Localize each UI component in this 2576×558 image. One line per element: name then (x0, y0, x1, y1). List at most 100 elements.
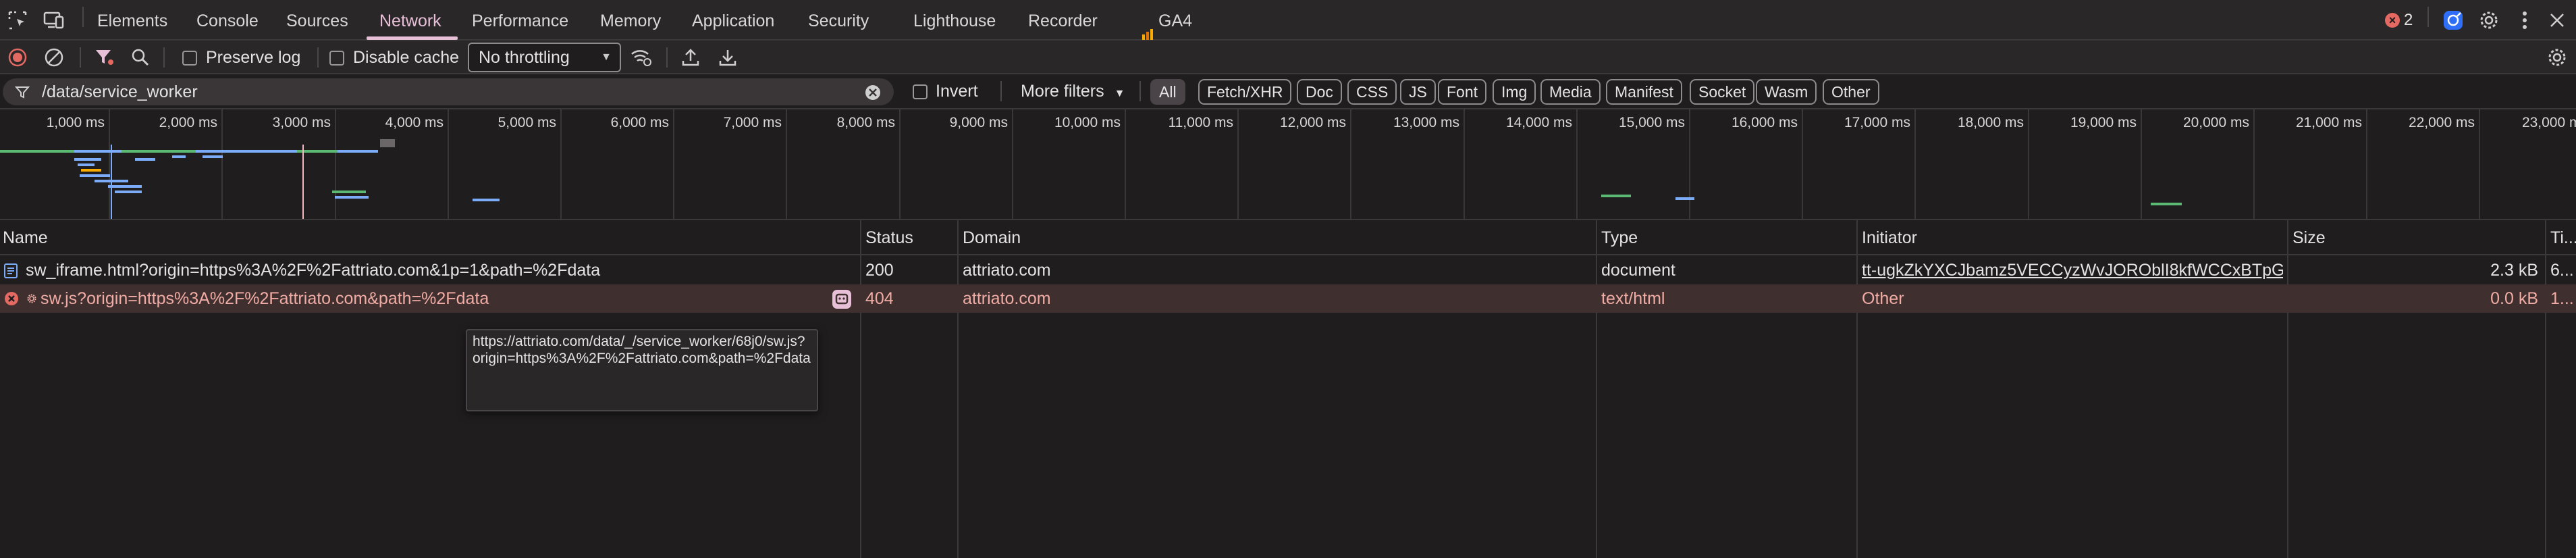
filter-chip-font[interactable]: Font (1438, 79, 1487, 105)
export-har-icon[interactable] (716, 45, 740, 70)
column-header-name[interactable]: Name (0, 220, 48, 255)
clear-filter-icon[interactable] (864, 84, 882, 105)
tab-ga4[interactable]: GA4 (1141, 0, 1192, 41)
invert-label: Invert (936, 82, 978, 101)
filter-chip-wasm[interactable]: Wasm (1756, 79, 1817, 105)
more-options-icon[interactable] (2513, 8, 2537, 32)
request-initiator: Other (1862, 289, 1904, 308)
overview-bar (338, 150, 378, 153)
request-size: 0.0 kB (2490, 289, 2538, 308)
more-filters-label: More filters (1021, 82, 1104, 101)
tab-application[interactable]: Application (692, 0, 774, 41)
overview-bar (74, 158, 101, 161)
overview-bar (2151, 203, 2182, 205)
overview-bar (1601, 195, 1631, 197)
filter-chip-all[interactable]: All (1150, 79, 1185, 105)
column-header-domain[interactable]: Domain (960, 220, 1021, 255)
column-header-initiator[interactable]: Initiator (1859, 220, 1917, 255)
overview-bar (108, 185, 142, 188)
column-header-size[interactable]: Size (2290, 220, 2326, 255)
tab-console[interactable]: Console (196, 0, 259, 41)
network-conditions-icon[interactable] (629, 45, 653, 70)
request-time: 6... (2550, 261, 2574, 280)
overview-bar (81, 169, 101, 172)
more-filters-dropdown[interactable]: More filters ▼ (1021, 80, 1125, 105)
overview-marker (380, 139, 395, 147)
tab-performance[interactable]: Performance (472, 0, 568, 41)
table-row[interactable]: sw.js?origin=https%3A%2F%2Fattriato.com&… (0, 284, 2576, 313)
ai-explain-request-icon[interactable] (832, 289, 852, 313)
overview-tick-label: 12,000 ms (1279, 115, 1346, 130)
settings-gear-icon[interactable] (2477, 8, 2501, 32)
filter-chip-img[interactable]: Img (1493, 79, 1536, 105)
tab-elements[interactable]: Elements (97, 0, 167, 41)
tab-sources[interactable]: Sources (286, 0, 348, 41)
ai-assistance-icon[interactable] (2441, 8, 2465, 32)
filter-chip-css[interactable]: CSS (1347, 79, 1397, 105)
tab-security[interactable]: Security (808, 0, 869, 41)
column-header-time[interactable]: Ti... (2548, 220, 2576, 255)
overview-tick-label: 3,000 ms (272, 115, 331, 130)
preserve-log-checkbox[interactable] (182, 51, 197, 66)
overview-tick-label: 8,000 ms (836, 115, 895, 130)
throttling-value: No throttling (479, 48, 570, 67)
filter-icon[interactable] (92, 45, 116, 70)
overview-tick-label: 7,000 ms (723, 115, 782, 130)
chevron-down-icon: ▼ (601, 51, 612, 63)
overview-tick-label: 2,000 ms (159, 115, 217, 130)
overview-tick-label: 19,000 ms (2070, 115, 2137, 130)
device-toolbar-icon[interactable] (42, 8, 66, 32)
tab-recorder[interactable]: Recorder (1028, 0, 1098, 41)
filter-chip-socket[interactable]: Socket (1690, 79, 1755, 105)
throttling-select[interactable]: No throttling ▼ (468, 43, 621, 72)
overview-bar (115, 191, 142, 193)
request-initiator-link[interactable]: tt-ugkZkYXCJbamz5VECCyzWvJOROblI8kfWCCxB… (1862, 256, 2283, 284)
filter-bar: Invert More filters ▼ All Fetch/XHR Doc … (0, 74, 2576, 109)
error-count-badge[interactable]: × 2 (2385, 10, 2413, 30)
overview-tick-label: 9,000 ms (949, 115, 1008, 130)
tab-memory[interactable]: Memory (600, 0, 661, 41)
overview-bar (0, 150, 74, 153)
inspect-element-icon[interactable] (5, 8, 30, 32)
filter-chip-media[interactable]: Media (1540, 79, 1601, 105)
error-icon (4, 291, 19, 309)
filter-chip-manifest[interactable]: Manifest (1606, 79, 1682, 105)
close-devtools-icon[interactable] (2545, 8, 2569, 32)
search-icon[interactable] (128, 45, 153, 70)
stop-recording-icon[interactable] (5, 45, 30, 70)
overview-tick-label: 17,000 ms (1844, 115, 1910, 130)
dom-content-loaded-line (111, 145, 112, 219)
network-overview-timeline[interactable]: 1,000 ms 2,000 ms 3,000 ms 4,000 ms 5,000 ms… (0, 109, 2576, 220)
invert-checkbox[interactable] (913, 84, 928, 99)
filter-input[interactable] (41, 78, 851, 105)
tab-lighthouse[interactable]: Lighthouse (913, 0, 996, 41)
column-header-type[interactable]: Type (1599, 220, 1638, 255)
network-settings-gear-icon[interactable] (2545, 45, 2569, 70)
import-har-icon[interactable] (678, 45, 703, 70)
request-domain: attriato.com (963, 289, 1051, 308)
filter-funnel-icon (14, 85, 30, 103)
filter-chip-other[interactable]: Other (1823, 79, 1879, 105)
network-toolbar: Preserve log Disable cache No throttling… (0, 41, 2576, 74)
overview-bar (122, 150, 196, 153)
tab-network[interactable]: Network (379, 0, 441, 41)
overview-tick-label: 10,000 ms (1054, 115, 1121, 130)
request-name: sw_iframe.html?origin=https%3A%2F%2Fattr… (26, 261, 601, 280)
filter-chip-fetch-xhr[interactable]: Fetch/XHR (1198, 79, 1292, 105)
overview-bar (172, 155, 186, 158)
overview-bar (203, 155, 223, 158)
filter-chip-doc[interactable]: Doc (1297, 79, 1342, 105)
document-icon (4, 263, 18, 282)
active-tab-indicator (367, 36, 458, 40)
filter-chip-js[interactable]: JS (1400, 79, 1436, 105)
table-row[interactable]: sw_iframe.html?origin=https%3A%2F%2Fattr… (0, 256, 2576, 284)
overview-tick-label: 13,000 ms (1393, 115, 1459, 130)
disable-cache-checkbox[interactable] (329, 51, 344, 66)
request-type: document (1601, 261, 1675, 280)
clear-icon[interactable] (42, 45, 66, 70)
overview-tick-label: 16,000 ms (1731, 115, 1798, 130)
column-header-status[interactable]: Status (863, 220, 913, 255)
tab-ga4-label: GA4 (1158, 11, 1193, 30)
preserve-log-label: Preserve log (206, 48, 301, 67)
request-status: 200 (865, 261, 894, 280)
